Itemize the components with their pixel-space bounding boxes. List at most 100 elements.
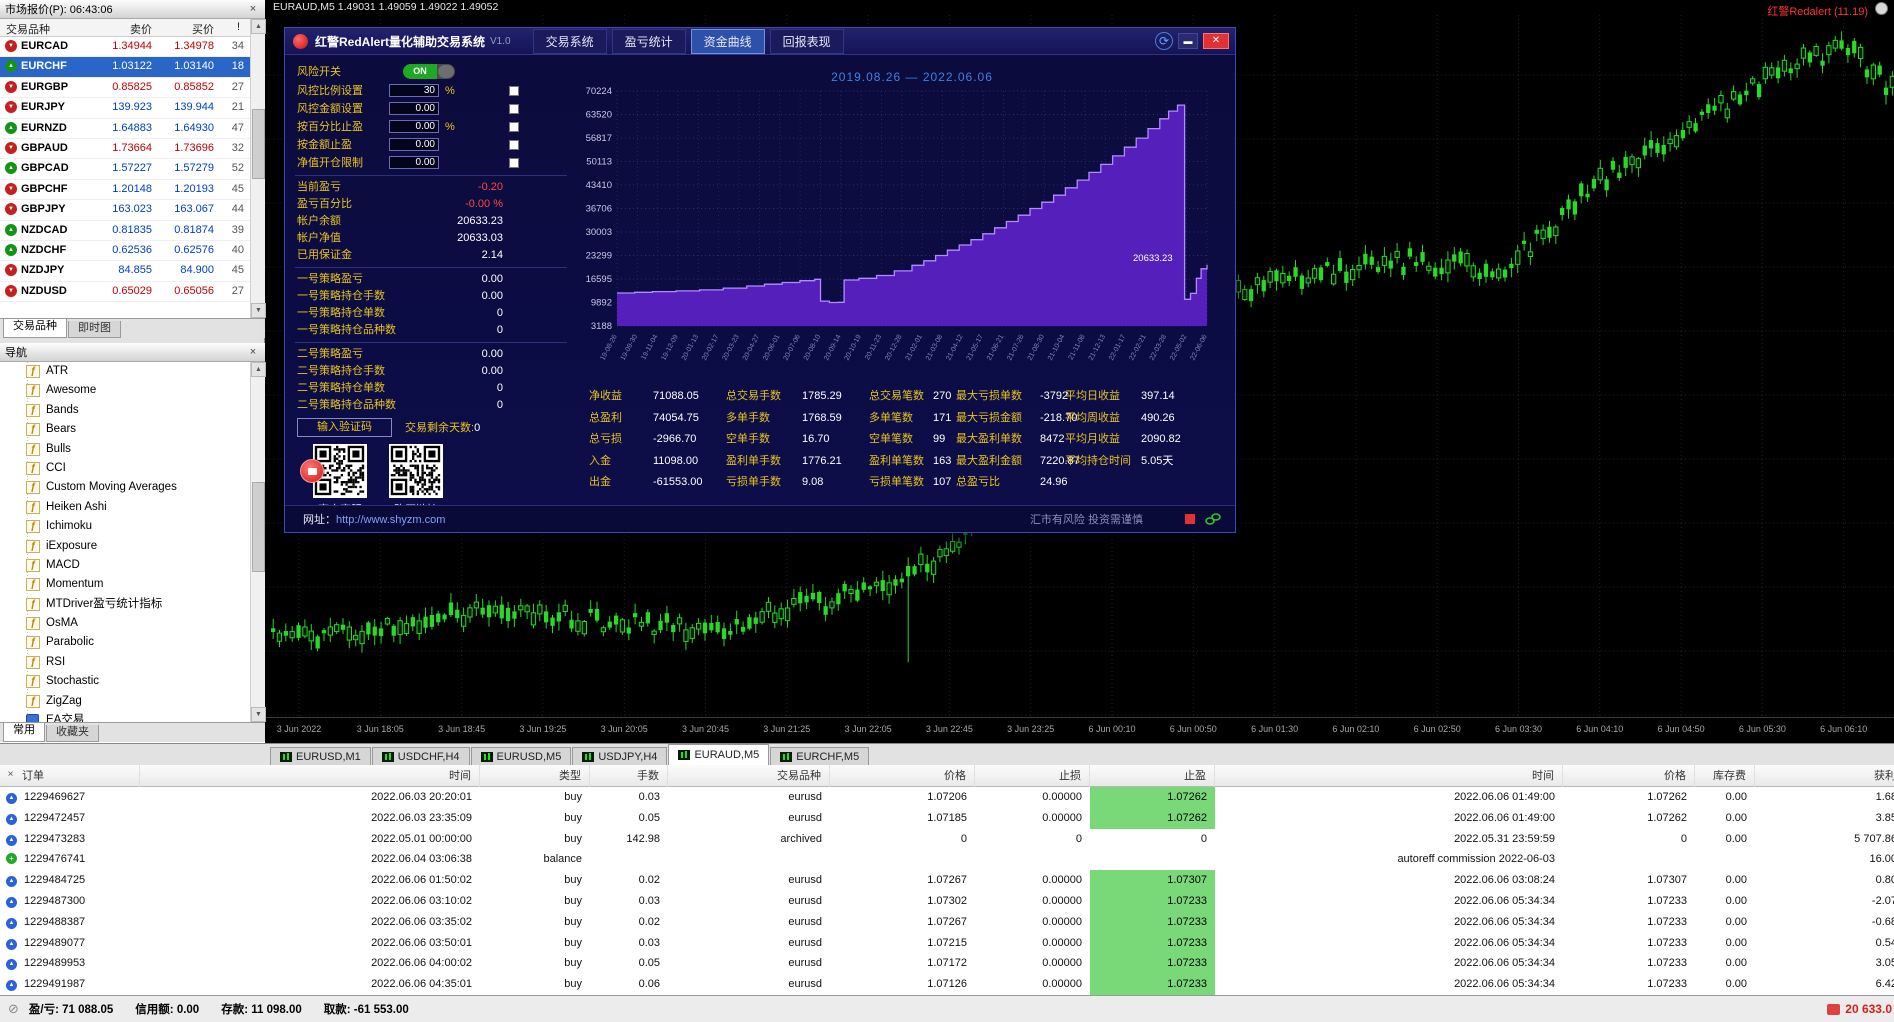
nav-item-custom-moving-averages[interactable]: ƒ Custom Moving Averages (0, 478, 250, 497)
risk-input-field[interactable]: 0.00 (389, 138, 439, 151)
nav-item-mtdriver盈亏统计指标[interactable]: ƒ MTDriver盈亏统计指标 (0, 595, 250, 614)
risk-input-field[interactable]: 0.00 (389, 102, 439, 115)
nav-item-iexposure[interactable]: ƒ iExposure (0, 537, 250, 556)
risk-switch-toggle[interactable]: ON (403, 64, 455, 79)
nav-item-cci[interactable]: ƒ CCI (0, 459, 250, 478)
tab-常用[interactable]: 常用 (3, 723, 45, 742)
redalert-tab-盈亏统计[interactable]: 盈亏统计 (611, 28, 686, 54)
market-row[interactable]: ▲ GBPCAD 1.57227 1.57279 52 (0, 159, 250, 180)
col-header[interactable]: 手数 (590, 765, 668, 787)
chart-tab-USDJPY,H4[interactable]: USDJPY,H4 (572, 747, 668, 765)
risk-input-field[interactable]: 30 (389, 84, 439, 97)
market-row[interactable]: ▼ GBPCHF 1.20148 1.20193 45 (0, 179, 250, 201)
market-row[interactable]: ▲ EURCHF 1.03122 1.03140 18 (0, 57, 250, 78)
risk-input-field[interactable]: 0.00 (389, 120, 439, 133)
market-row[interactable]: ▼ NZDJPY 84.855 84.900 45 (0, 261, 250, 282)
mw-col-symbol[interactable]: 交易品种 (6, 21, 50, 37)
nav-item-rsi[interactable]: ƒ RSI (0, 653, 250, 672)
app-badge-icon[interactable] (1875, 2, 1888, 15)
nav-item-ichimoku[interactable]: ƒ Ichimoku (0, 517, 250, 536)
col-header[interactable]: 止盈 (1090, 765, 1215, 787)
col-header[interactable]: 价格 (830, 765, 975, 787)
redalert-titlebar[interactable]: 红警RedAlert量化辅助交易系统 V1.0 交易系统 盈亏统计 资金曲线 回报表现… (285, 28, 1235, 55)
nav-item-macd[interactable]: ƒ MACD (0, 556, 250, 575)
refresh-icon[interactable]: ⟳ (1155, 32, 1173, 50)
nav-item-bulls[interactable]: ƒ Bulls (0, 440, 250, 459)
checkbox[interactable] (509, 122, 519, 132)
market-watch-close-icon[interactable]: × (246, 3, 260, 16)
market-row[interactable]: ▼ GBPJPY 163.023 163.067 44 (0, 200, 250, 221)
chart-tab-EURAUD,M5[interactable]: EURAUD,M5 (668, 744, 770, 765)
tab-即时图[interactable]: 即时图 (68, 321, 121, 338)
nav-item-awesome[interactable]: ƒ Awesome (0, 381, 250, 400)
market-row[interactable]: ▼ EURCAD 1.34944 1.34978 34 (0, 37, 250, 58)
nav-item-bears[interactable]: ƒ Bears (0, 420, 250, 439)
verify-code-button[interactable]: 输入验证码 (297, 418, 392, 437)
chart-tab-USDCHF,H4[interactable]: USDCHF,H4 (371, 747, 470, 765)
tab-交易品种[interactable]: 交易品种 (3, 319, 67, 338)
order-row[interactable]: ▲ 1229484725 2022.06.06 01:50:02 buy 0.02 eur… (0, 870, 1894, 891)
link-icon[interactable] (1205, 512, 1221, 526)
nav-item-osma[interactable]: ƒ OsMA (0, 614, 250, 633)
market-row[interactable]: ▲ NZDCHF 0.62536 0.62576 40 (0, 240, 250, 262)
market-row[interactable]: ▼ EURGBP 0.85825 0.85852 27 (0, 77, 250, 99)
mw-col-sell[interactable]: 卖价 (110, 21, 152, 37)
checkbox[interactable] (509, 86, 519, 96)
redalert-tab-交易系统[interactable]: 交易系统 (532, 28, 607, 54)
market-row[interactable]: ▼ NZDUSD 0.65029 0.65056 27 (0, 281, 250, 303)
chart-tab-EURCHF,M5[interactable]: EURCHF,M5 (770, 747, 870, 765)
order-row[interactable]: ▲ 1229469627 2022.06.03 20:20:01 buy 0.03 eur… (0, 787, 1894, 808)
mw-col-buy[interactable]: 买价 (172, 21, 214, 37)
col-header[interactable]: 订单 (0, 765, 140, 787)
market-row[interactable]: ▼ GBPAUD 1.73664 1.73696 32 (0, 138, 250, 160)
market-row[interactable]: ▲ NZDCAD 0.81835 0.81874 39 (0, 220, 250, 241)
terminal-close-icon[interactable]: × (4, 769, 17, 782)
market-watch-scrollbar[interactable]: ▲ ▼ (250, 19, 266, 318)
chart-tab-EURUSD,M5[interactable]: EURUSD,M5 (470, 747, 572, 765)
order-row[interactable]: ▲ 1229491987 2022.06.06 04:35:01 buy 0.06 eur… (0, 974, 1894, 995)
col-header[interactable]: 价格 (1563, 765, 1695, 787)
order-row[interactable]: +1229476741 2022.06.04 03:06:38 balance aut… (0, 849, 1894, 870)
time-label: 3 Jun 22:05 (844, 724, 892, 734)
navigator-scrollbar[interactable]: ▲ ▼ (250, 362, 266, 722)
order-row[interactable]: ▲ 1229489953 2022.06.06 04:00:02 buy 0.05 eur… (0, 953, 1894, 975)
navigator-close-icon[interactable]: × (246, 346, 260, 359)
redalert-tab-回报表现[interactable]: 回报表现 (769, 28, 844, 54)
record-icon[interactable] (1185, 514, 1195, 524)
risk-input-field[interactable]: 0.00 (389, 156, 439, 169)
alert-icon[interactable] (1827, 1003, 1841, 1015)
nav-item-atr[interactable]: ƒ ATR (0, 362, 250, 381)
order-row[interactable]: ▲ 1229488387 2022.06.06 03:35:02 buy 0.02 eur… (0, 911, 1894, 933)
col-header[interactable]: 获利 (1755, 765, 1894, 787)
order-row[interactable]: ▲ 1229489077 2022.06.06 03:50:01 buy 0.03 eur… (0, 932, 1894, 954)
col-header[interactable]: 时间 (1215, 765, 1563, 787)
nav-item-ea[interactable]: EA交易 (0, 711, 250, 722)
tab-收藏夹[interactable]: 收藏夹 (46, 725, 99, 742)
market-row[interactable]: ▼ EURJPY 139.923 139.944 21 (0, 98, 250, 119)
market-row[interactable]: ▲ EURNZD 1.64883 1.64930 47 (0, 118, 250, 139)
nav-item-stochastic[interactable]: ƒ Stochastic (0, 672, 250, 691)
order-row[interactable]: ▲ 1229472457 2022.06.03 23:35:09 buy 0.05 eur… (0, 807, 1894, 829)
checkbox[interactable] (509, 104, 519, 114)
nav-item-parabolic[interactable]: ƒ Parabolic (0, 633, 250, 652)
col-header[interactable]: 交易品种 (668, 765, 830, 787)
nav-item-bands[interactable]: ƒ Bands (0, 401, 250, 420)
redalert-tab-资金曲线[interactable]: 资金曲线 (690, 28, 765, 54)
mw-col-spread[interactable]: ! (226, 21, 240, 33)
scan-camera-icon[interactable] (300, 459, 324, 483)
minimize-icon[interactable]: ▬ (1178, 33, 1198, 49)
col-header[interactable]: 类型 (480, 765, 590, 787)
nav-item-zigzag[interactable]: ƒ ZigZag (0, 692, 250, 711)
checkbox[interactable] (509, 158, 519, 168)
nav-item-heiken-ashi[interactable]: ƒ Heiken Ashi (0, 498, 250, 517)
close-icon[interactable]: ✕ (1203, 33, 1229, 49)
col-header[interactable]: 库存费 (1695, 765, 1755, 787)
website-url[interactable]: 网址：http://www.shyzm.com (303, 511, 445, 527)
checkbox[interactable] (509, 140, 519, 150)
order-row[interactable]: ▲ 1229473283 2022.05.01 00:00:00 buy 142.98 a… (0, 829, 1894, 850)
order-row[interactable]: ▲ 1229487300 2022.06.06 03:10:02 buy 0.03 eur… (0, 890, 1894, 912)
col-header[interactable]: 止损 (975, 765, 1090, 787)
nav-item-momentum[interactable]: ƒ Momentum (0, 575, 250, 594)
col-header[interactable]: 时间 (140, 765, 480, 787)
chart-tab-EURUSD,M1[interactable]: EURUSD,M1 (270, 747, 371, 765)
